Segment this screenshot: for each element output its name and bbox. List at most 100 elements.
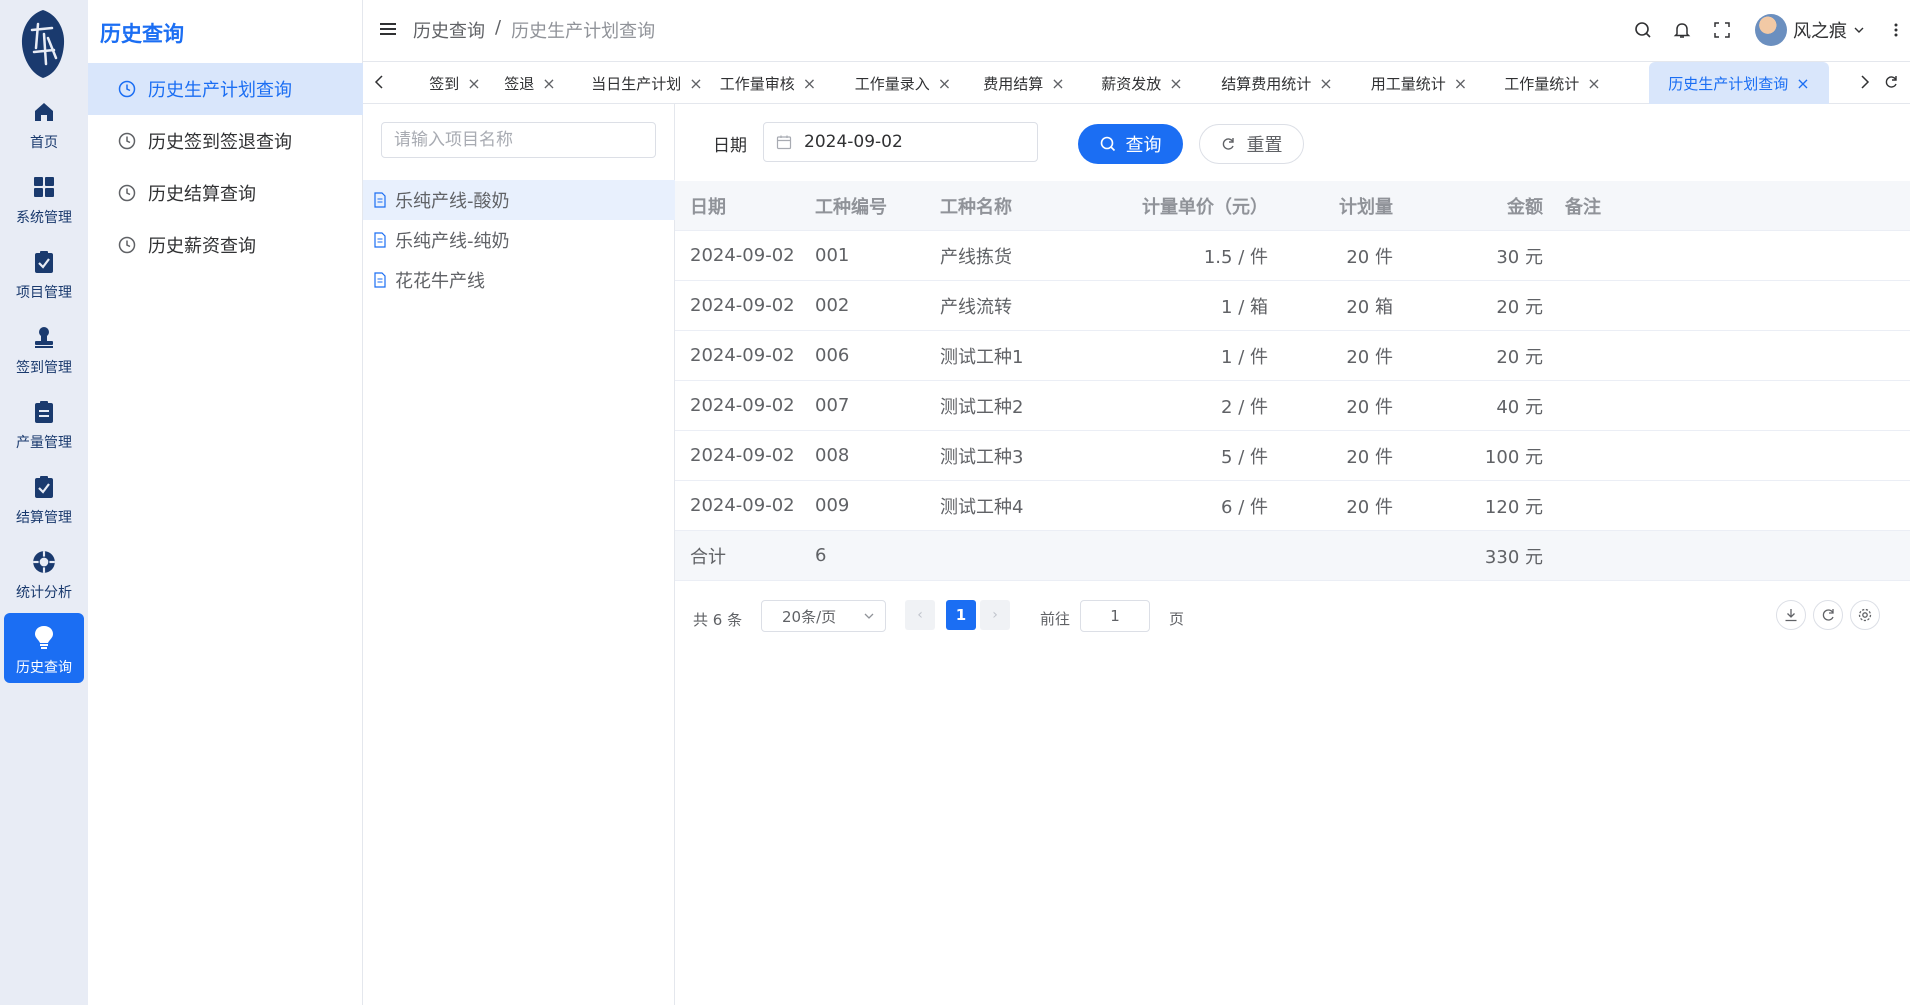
- summary-count: 6: [815, 545, 827, 566]
- cell-qty: 20 件: [1346, 346, 1393, 368]
- gear-icon[interactable]: [1850, 600, 1880, 630]
- more-vertical-icon[interactable]: [1885, 19, 1907, 41]
- clock-icon: [118, 236, 136, 254]
- table-row[interactable]: 2024-09-02 002 产线流转 1 / 箱 20 箱 20 元: [675, 281, 1910, 331]
- column-header[interactable]: 工种名称: [940, 193, 1012, 219]
- tab-workload-stats[interactable]: 工作量统计 ×: [1495, 62, 1610, 104]
- close-icon[interactable]: ×: [1319, 74, 1332, 93]
- tab-expense-settlement[interactable]: 费用结算 ×: [975, 62, 1073, 104]
- column-header[interactable]: 金额: [1507, 193, 1543, 219]
- menu-toggle-icon[interactable]: [379, 20, 397, 38]
- rail-item-history[interactable]: 历史查询: [4, 613, 84, 683]
- breadcrumb: 历史查询 / 历史生产计划查询: [413, 17, 655, 43]
- goto-page-input[interactable]: [1080, 600, 1150, 632]
- submenu-item-signin-history[interactable]: 历史签到签退查询: [88, 115, 363, 167]
- rail-item-label: 结算管理: [16, 510, 72, 526]
- cell-name: 产线拣货: [940, 246, 1012, 268]
- column-header[interactable]: 备注: [1565, 193, 1601, 219]
- tree-node[interactable]: 乐纯产线-酸奶: [363, 180, 675, 220]
- cell-qty: 20 件: [1346, 446, 1393, 468]
- cell-price: 5 / 件: [1221, 446, 1268, 468]
- tab-workload-review[interactable]: 工作量审核 ×: [713, 62, 823, 104]
- close-icon[interactable]: ×: [1169, 74, 1182, 93]
- reset-button[interactable]: 重置: [1199, 124, 1304, 164]
- tab-salary-payout[interactable]: 薪资发放 ×: [1093, 62, 1191, 104]
- close-icon[interactable]: ×: [1587, 74, 1600, 93]
- column-header[interactable]: 计量单价（元）: [1142, 193, 1268, 219]
- column-header[interactable]: 计划量: [1339, 193, 1393, 219]
- page-number-current[interactable]: 1: [946, 600, 976, 630]
- table-row[interactable]: 2024-09-02 007 测试工种2 2 / 件 20 件 40 元: [675, 381, 1910, 431]
- tree-node[interactable]: 乐纯产线-纯奶: [363, 220, 675, 260]
- close-icon[interactable]: ×: [467, 74, 480, 93]
- tab-bar: 签到 × 签退 × 当日生产计划 × 工作量审核 × 工作量录入 × 费用结算 × 薪资发放…: [363, 62, 1910, 104]
- download-icon[interactable]: [1776, 600, 1806, 630]
- tab-history-plan[interactable]: 历史生产计划查询 ×: [1649, 62, 1829, 104]
- cell-amount: 100 元: [1484, 446, 1543, 468]
- rail-item-home[interactable]: 首页: [4, 88, 84, 158]
- project-search-input[interactable]: [381, 122, 656, 158]
- table-row[interactable]: 2024-09-02 001 产线拣货 1.5 / 件 20 件 30 元: [675, 231, 1910, 281]
- table-row[interactable]: 2024-09-02 006 测试工种1 1 / 件 20 件 20 元: [675, 331, 1910, 381]
- clock-icon: [118, 184, 136, 202]
- cell-name: 产线流转: [940, 296, 1012, 318]
- rail-item-signin[interactable]: 签到管理: [4, 313, 84, 383]
- submenu-item-production-plan[interactable]: 历史生产计划查询: [88, 63, 363, 115]
- submenu-item-salary-history[interactable]: 历史薪资查询: [88, 219, 363, 271]
- rail-item-system[interactable]: 系统管理: [4, 163, 84, 233]
- rail-item-project[interactable]: 项目管理: [4, 238, 84, 308]
- table-row[interactable]: 2024-09-02 008 测试工种3 5 / 件 20 件 100 元: [675, 431, 1910, 481]
- fullscreen-icon[interactable]: [1711, 19, 1733, 41]
- date-picker[interactable]: 2024-09-02: [763, 122, 1038, 162]
- table-header: 日期 工种编号 工种名称 计量单价（元） 计划量 金额 备注: [675, 181, 1910, 231]
- chevron-down-icon[interactable]: [1853, 24, 1865, 36]
- prev-page-button[interactable]: ‹: [905, 600, 935, 630]
- close-icon[interactable]: ×: [803, 74, 816, 93]
- column-header[interactable]: 日期: [690, 193, 726, 219]
- tab-label: 薪资发放: [1101, 74, 1162, 93]
- cell-qty: 20 箱: [1346, 296, 1393, 318]
- tab-workload-entry[interactable]: 工作量录入 ×: [848, 62, 958, 104]
- tab-daily-plan[interactable]: 当日生产计划 ×: [588, 62, 706, 104]
- close-icon[interactable]: ×: [938, 74, 951, 93]
- tab-labor-stats[interactable]: 用工量统计 ×: [1363, 62, 1475, 104]
- search-icon[interactable]: [1632, 19, 1654, 41]
- rail-item-label: 签到管理: [16, 360, 72, 376]
- cell-amount: 20 元: [1496, 346, 1543, 368]
- page-size-select[interactable]: 20条/页: [761, 600, 886, 632]
- goto-label: 前往: [1040, 610, 1071, 628]
- tab-scroll-left-icon[interactable]: [369, 72, 389, 92]
- tree-node[interactable]: 花花牛产线: [363, 260, 675, 300]
- cell-name: 测试工种2: [940, 396, 1024, 418]
- table-row[interactable]: 2024-09-02 009 测试工种4 6 / 件 20 件 120 元: [675, 481, 1910, 531]
- rail-item-label: 产量管理: [16, 435, 72, 451]
- username[interactable]: 风之痕: [1793, 17, 1847, 43]
- close-icon[interactable]: ×: [1796, 74, 1809, 93]
- cell-code: 001: [815, 245, 850, 266]
- rail-item-stats[interactable]: 统计分析: [4, 538, 84, 608]
- tree-node-label: 乐纯产线-纯奶: [395, 231, 510, 252]
- tab-label: 签退: [504, 74, 535, 93]
- avatar[interactable]: [1755, 14, 1787, 46]
- close-icon[interactable]: ×: [1454, 74, 1467, 93]
- close-icon[interactable]: ×: [542, 74, 555, 93]
- breadcrumb-item[interactable]: 历史查询: [413, 17, 485, 43]
- submenu-item-label: 历史薪资查询: [148, 236, 256, 257]
- close-icon[interactable]: ×: [1051, 74, 1064, 93]
- tab-scroll-right-icon[interactable]: [1855, 72, 1875, 92]
- query-button[interactable]: 查询: [1078, 124, 1183, 164]
- rail-item-settlement[interactable]: 结算管理: [4, 463, 84, 533]
- next-page-button[interactable]: ›: [980, 600, 1010, 630]
- tab-signout[interactable]: 签退 ×: [493, 62, 567, 104]
- refresh-icon[interactable]: [1813, 600, 1843, 630]
- submenu-item-settlement-history[interactable]: 历史结算查询: [88, 167, 363, 219]
- rail-item-output[interactable]: 产量管理: [4, 388, 84, 458]
- close-icon[interactable]: ×: [689, 74, 702, 93]
- column-header[interactable]: 工种编号: [815, 193, 887, 219]
- tab-settlement-stats[interactable]: 结算费用统计 ×: [1211, 62, 1343, 104]
- tab-signin[interactable]: 签到 ×: [418, 62, 492, 104]
- cell-price: 6 / 件: [1221, 496, 1268, 518]
- refresh-icon[interactable]: [1881, 72, 1901, 92]
- bell-icon[interactable]: [1671, 19, 1693, 41]
- cell-code: 007: [815, 395, 850, 416]
